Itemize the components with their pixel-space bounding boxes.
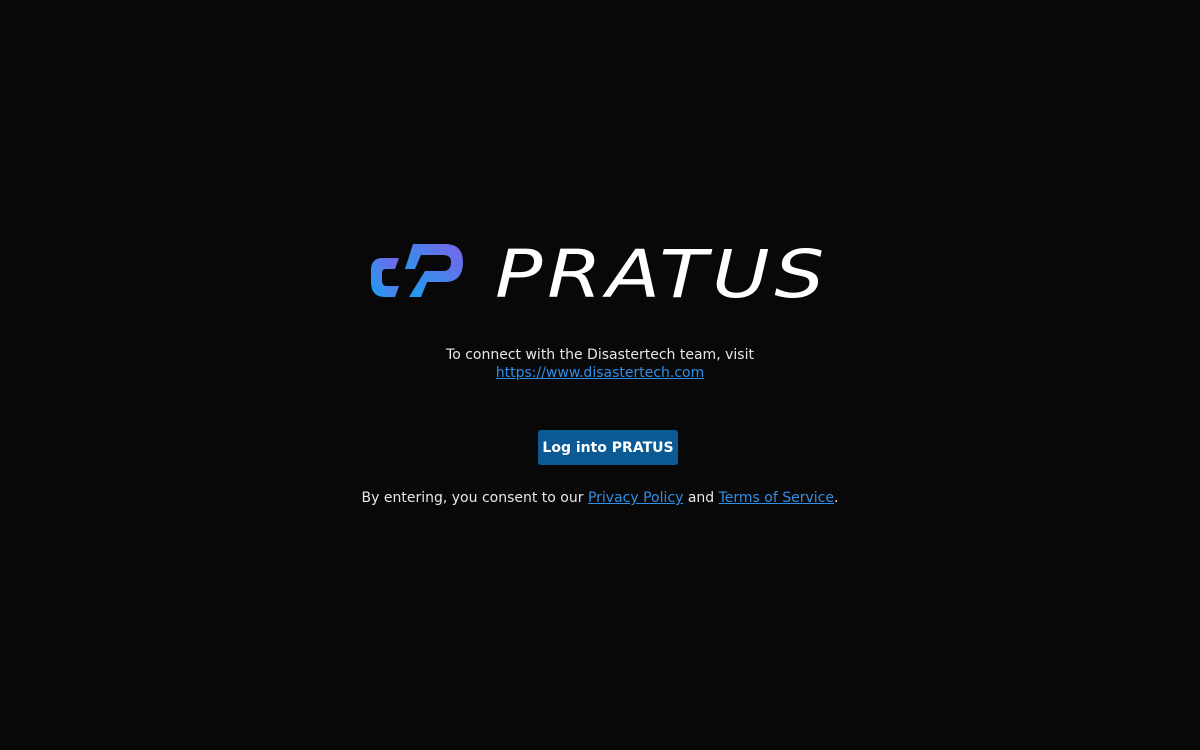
pratus-logo: PRATUS [369,240,832,302]
privacy-policy-link[interactable]: Privacy Policy [588,490,683,506]
pratus-wordmark: PRATUS [495,240,829,302]
disastertech-website-link[interactable]: https://www.disastertech.com [496,365,705,381]
pratus-logo-mark-icon [371,244,463,297]
terms-of-service-link[interactable]: Terms of Service [719,490,834,506]
consent-prefix: By entering, you consent to our [361,490,588,506]
connect-text: To connect with the Disastertech team, v… [446,347,754,363]
log-into-pratus-button[interactable]: Log into PRATUS [538,430,678,465]
login-page: PRATUS To connect with the Disastertech … [0,0,1200,750]
pratus-wordmark-text: PRATUS [495,240,829,302]
connect-message: To connect with the Disastertech team, v… [0,346,1200,382]
consent-message: By entering, you consent to our Privacy … [0,489,1200,507]
consent-middle: and [683,490,719,506]
consent-suffix: . [834,490,839,506]
